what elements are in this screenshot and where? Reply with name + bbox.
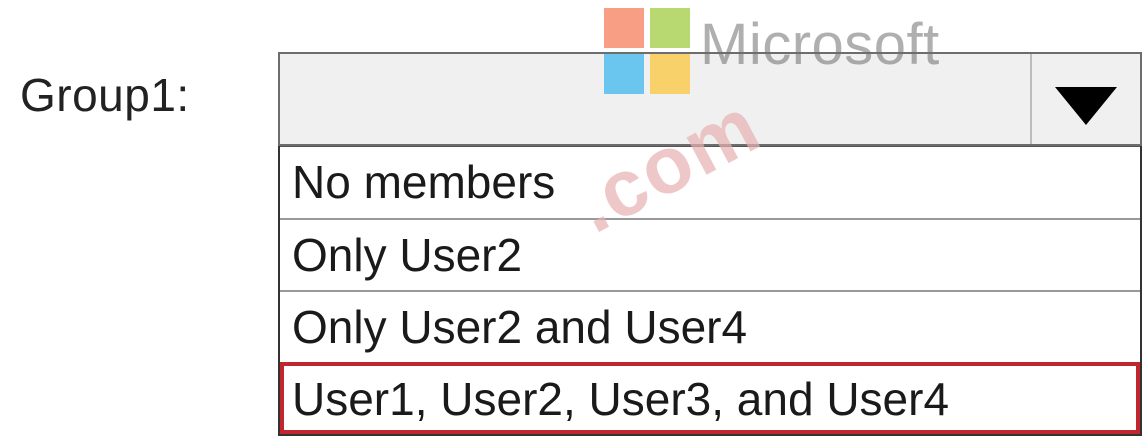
option-only-user2-and-user4[interactable]: Only User2 and User4 (280, 290, 1140, 362)
chevron-down-icon (1055, 87, 1117, 125)
group1-options-list: No members Only User2 Only User2 and Use… (278, 146, 1142, 436)
option-only-user2[interactable]: Only User2 (280, 218, 1140, 290)
option-all-users[interactable]: User1, User2, User3, and User4 (280, 362, 1140, 434)
group1-select[interactable] (278, 52, 1142, 146)
option-no-members[interactable]: No members (280, 146, 1140, 218)
group1-label: Group1: (20, 69, 190, 121)
logo-square-red (604, 8, 644, 48)
logo-square-green (650, 8, 690, 48)
dropdown-toggle-button[interactable] (1030, 54, 1140, 144)
